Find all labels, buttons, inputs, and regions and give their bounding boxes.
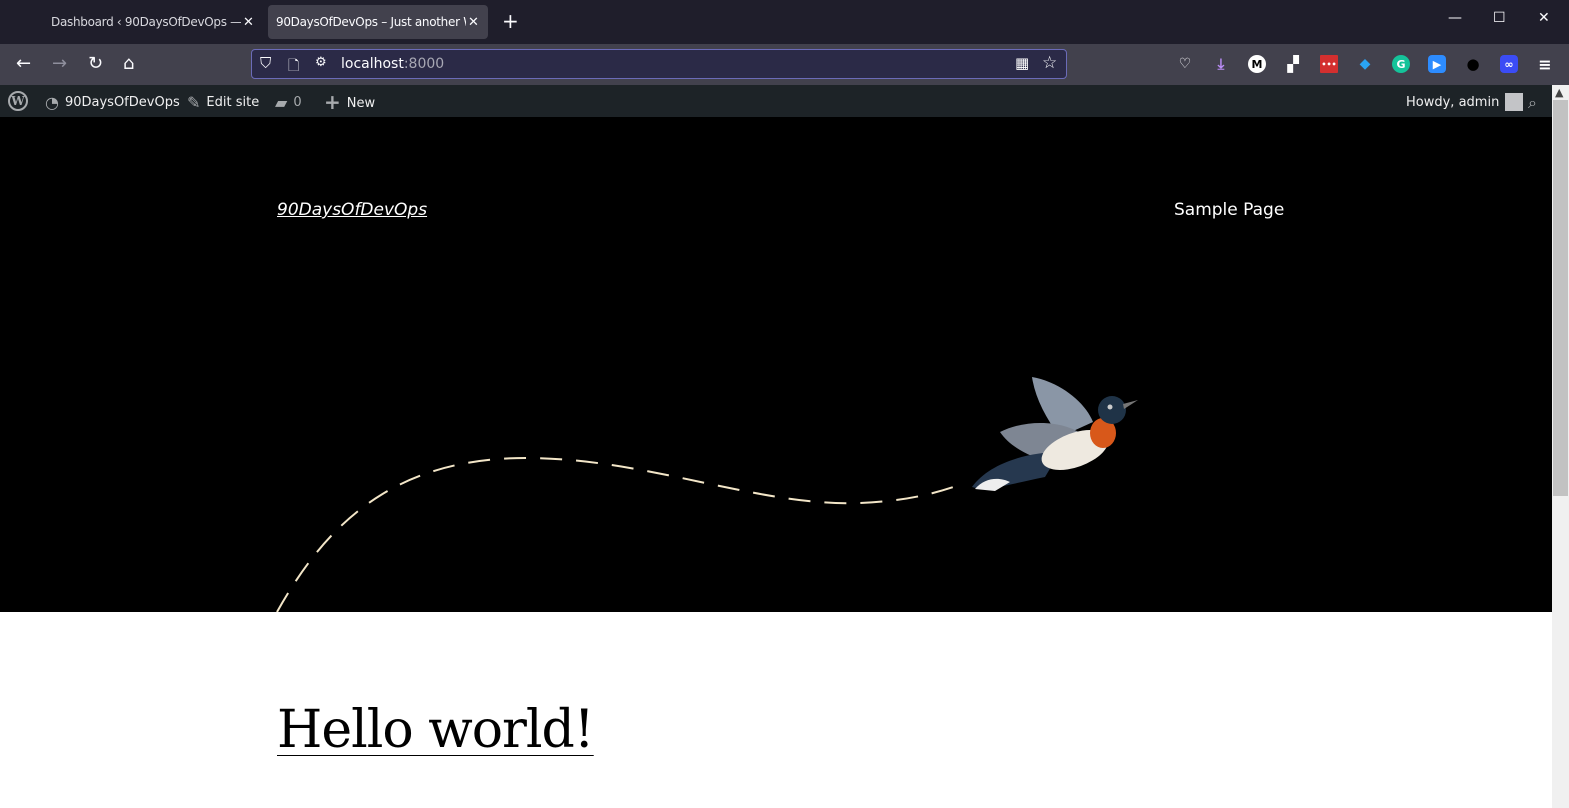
page-icon[interactable]: 🗋 xyxy=(288,55,299,79)
forward-button[interactable]: → xyxy=(52,53,67,74)
gem-icon[interactable]: ◆ xyxy=(1356,55,1374,73)
close-tab-icon[interactable]: ✕ xyxy=(243,15,254,30)
url-text: localhost:8000 xyxy=(341,56,445,72)
site-header: 90DaysOfDevOps Sample Page xyxy=(0,117,1552,612)
scroll-up-arrow[interactable]: ▲ xyxy=(1555,86,1563,99)
extension-m-icon[interactable]: M xyxy=(1248,55,1266,73)
lastpass-icon[interactable]: ••• xyxy=(1320,55,1338,73)
close-tab-icon[interactable]: ✕ xyxy=(468,15,479,30)
site-name-link: 90DaysOfDevOps xyxy=(64,95,180,110)
new-tab-button[interactable]: + xyxy=(502,9,519,33)
zoom-icon[interactable]: ▶ xyxy=(1428,55,1446,73)
dashboard-icon: ◔ xyxy=(45,93,59,112)
tab-title: Dashboard ‹ 90DaysOfDevOps — WordPress xyxy=(51,15,241,29)
menu-icon[interactable]: ≡ xyxy=(1536,55,1554,74)
bird-illustration xyxy=(972,377,1138,491)
avatar xyxy=(1505,93,1524,111)
admin-bar-account[interactable]: Howdy, admin xyxy=(1406,93,1524,111)
new-label: New xyxy=(346,96,376,111)
tab-strip: Dashboard ‹ 90DaysOfDevOps — WordPress ✕… xyxy=(0,0,1569,44)
url-bar[interactable]: ⛉ 🗋 ⚙ localhost:8000 ▦ ☆ xyxy=(251,49,1067,79)
search-icon[interactable]: ⌕ xyxy=(1528,93,1537,113)
qr-code-icon[interactable]: ▦ xyxy=(1015,54,1029,72)
admin-bar-edit-site[interactable]: ✎ Edit site xyxy=(187,93,259,112)
admin-bar-new[interactable]: + New xyxy=(324,90,376,114)
tab-dashboard[interactable]: Dashboard ‹ 90DaysOfDevOps — WordPress ✕ xyxy=(43,5,262,39)
scrollbar-thumb[interactable] xyxy=(1553,100,1568,496)
extension-link-icon[interactable]: ∞ xyxy=(1500,55,1518,73)
home-button[interactable]: ⌂ xyxy=(123,53,134,74)
permissions-icon[interactable]: ⚙ xyxy=(315,55,327,70)
back-button[interactable]: ← xyxy=(16,53,31,74)
comment-count: 0 xyxy=(293,95,302,110)
brush-icon: ✎ xyxy=(187,93,201,112)
wordpress-logo-icon[interactable]: W xyxy=(8,91,28,111)
pocket-icon[interactable]: ♡ xyxy=(1176,55,1194,73)
reload-button[interactable]: ↻ xyxy=(88,53,103,74)
close-window-button[interactable]: ✕ xyxy=(1538,10,1550,26)
comment-icon: ▰ xyxy=(275,93,288,112)
wp-admin-bar: W ◔ 90DaysOfDevOps ✎ Edit site ▰ 0 + New How… xyxy=(0,85,1552,117)
downloads-icon[interactable]: ⤓ xyxy=(1212,55,1230,73)
dashed-flight-path xyxy=(276,456,966,612)
grammarly-icon[interactable]: G xyxy=(1392,55,1410,73)
shield-icon[interactable]: ⛉ xyxy=(260,54,271,72)
edit-site-label: Edit site xyxy=(206,95,260,110)
tab-title: 90DaysOfDevOps – Just another WordPress … xyxy=(276,15,466,29)
header-illustration xyxy=(276,377,1138,612)
tab-site[interactable]: 90DaysOfDevOps – Just another WordPress … xyxy=(268,5,488,39)
gnome-icon[interactable]: ● xyxy=(1464,55,1482,73)
extension-grid-icon[interactable]: ▞ xyxy=(1284,55,1302,73)
post-title-link[interactable]: Hello world! xyxy=(277,700,595,760)
plus-icon: + xyxy=(324,90,341,114)
bookmark-star-icon[interactable]: ☆ xyxy=(1042,53,1057,73)
minimize-button[interactable]: — xyxy=(1448,10,1462,26)
greeting: Howdy, admin xyxy=(1406,94,1500,110)
admin-bar-site[interactable]: ◔ 90DaysOfDevOps xyxy=(45,93,180,112)
maximize-button[interactable]: ☐ xyxy=(1493,10,1506,26)
admin-bar-comments[interactable]: ▰ 0 xyxy=(275,93,302,112)
